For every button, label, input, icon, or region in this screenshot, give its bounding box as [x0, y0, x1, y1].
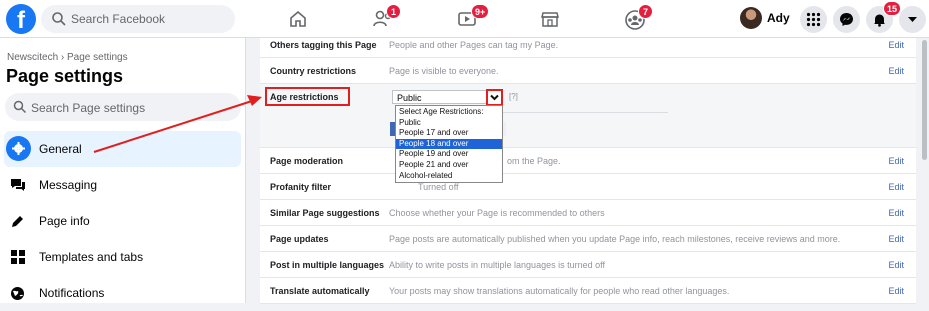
annotation-arrow — [93, 95, 262, 153]
scrollbar-thumb[interactable] — [922, 40, 927, 160]
